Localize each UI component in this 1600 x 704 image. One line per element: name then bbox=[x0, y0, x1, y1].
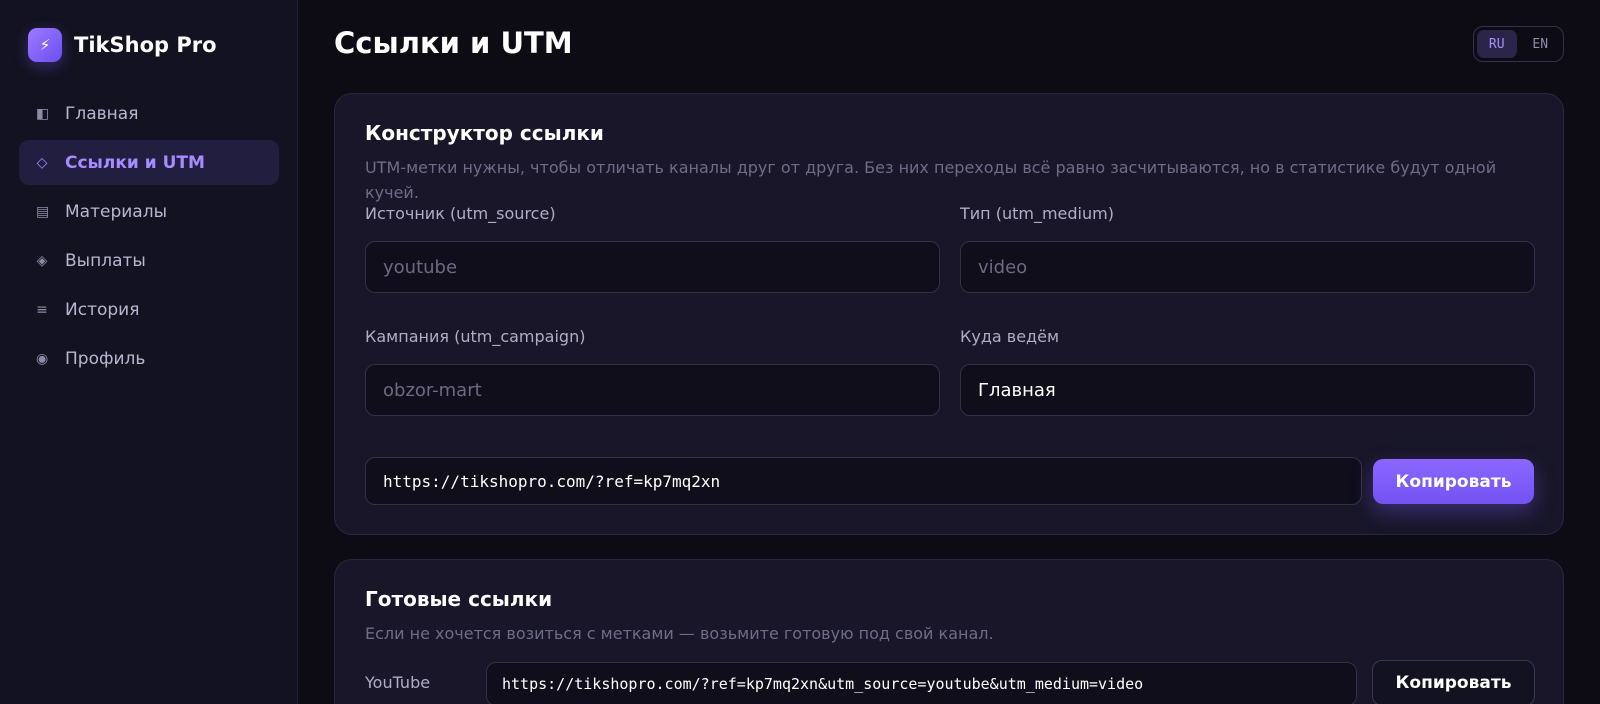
generated-link-field[interactable]: https://tikshopro.com/?ref=kp7mq2xn bbox=[365, 457, 1362, 505]
ready-links-card: Готовые ссылки Если не хочется возиться … bbox=[334, 559, 1564, 704]
bolt-icon: ⚡ bbox=[28, 28, 62, 62]
sidebar-item-label: Материалы bbox=[65, 201, 167, 222]
utm-source-input[interactable]: youtube bbox=[365, 241, 940, 293]
brand[interactable]: ⚡ TikShop Pro bbox=[28, 28, 217, 62]
target-page-select[interactable]: Главная bbox=[960, 364, 1535, 416]
builder-description: UTM-метки нужны, чтобы отличать каналы д… bbox=[365, 158, 1497, 202]
builder-title: Конструктор ссылки bbox=[365, 121, 604, 145]
utm-medium-label: Тип (utm_medium) bbox=[960, 204, 1114, 223]
sidebar-item-home[interactable]: ◧ Главная bbox=[19, 91, 279, 136]
utm-medium-input[interactable]: video bbox=[960, 241, 1535, 293]
sidebar-item-label: Выплаты bbox=[65, 250, 146, 271]
sidebar-item-label: История bbox=[65, 299, 140, 320]
utm-campaign-label: Кампания (utm_campaign) bbox=[365, 327, 586, 346]
page-title: Ссылки и UTM bbox=[334, 26, 573, 60]
payouts-icon: ◈ bbox=[36, 252, 48, 269]
sidebar-item-materials[interactable]: ▤ Материалы bbox=[19, 189, 279, 234]
sidebar-nav: ◧ Главная ◇ Ссылки и UTM ▤ Материалы ◈ В… bbox=[19, 91, 279, 385]
dashboard-icon: ◧ bbox=[36, 105, 50, 122]
brand-name: TikShop Pro bbox=[74, 33, 217, 57]
lang-ru-button[interactable]: RU bbox=[1477, 30, 1517, 58]
sidebar: ⚡ TikShop Pro ◧ Главная ◇ Ссылки и UTM ▤… bbox=[0, 0, 298, 704]
sidebar-item-label: Ссылки и UTM bbox=[65, 152, 205, 173]
link-builder-card: Конструктор ссылки UTM-метки нужны, чтоб… bbox=[334, 93, 1564, 535]
target-page-label: Куда ведём bbox=[960, 327, 1060, 346]
ready-link-channel-youtube: YouTube bbox=[365, 673, 431, 692]
ready-links-description: Если не хочется возиться с метками — воз… bbox=[365, 624, 994, 643]
utm-campaign-input[interactable]: obzor-mart bbox=[365, 364, 940, 416]
sidebar-item-payouts[interactable]: ◈ Выплаты bbox=[19, 238, 279, 283]
copy-ready-link-button[interactable]: Копировать bbox=[1372, 660, 1535, 704]
materials-icon: ▤ bbox=[36, 203, 50, 220]
sidebar-item-label: Профиль bbox=[65, 348, 146, 369]
history-icon: ≡ bbox=[36, 301, 48, 318]
profile-icon: ◉ bbox=[36, 350, 49, 367]
lang-en-button[interactable]: EN bbox=[1521, 30, 1561, 58]
utm-source-label: Источник (utm_source) bbox=[365, 204, 556, 223]
sidebar-item-profile[interactable]: ◉ Профиль bbox=[19, 336, 279, 381]
ready-links-title: Готовые ссылки bbox=[365, 587, 553, 611]
ready-link-field-youtube[interactable]: https://tikshopro.com/?ref=kp7mq2xn&utm_… bbox=[486, 662, 1357, 704]
link-icon: ◇ bbox=[36, 154, 48, 171]
copy-link-button[interactable]: Копировать bbox=[1373, 459, 1534, 504]
sidebar-item-history[interactable]: ≡ История bbox=[19, 287, 279, 332]
language-switcher: RU EN bbox=[1473, 26, 1564, 62]
sidebar-item-label: Главная bbox=[65, 103, 139, 124]
sidebar-item-links[interactable]: ◇ Ссылки и UTM bbox=[19, 140, 279, 185]
